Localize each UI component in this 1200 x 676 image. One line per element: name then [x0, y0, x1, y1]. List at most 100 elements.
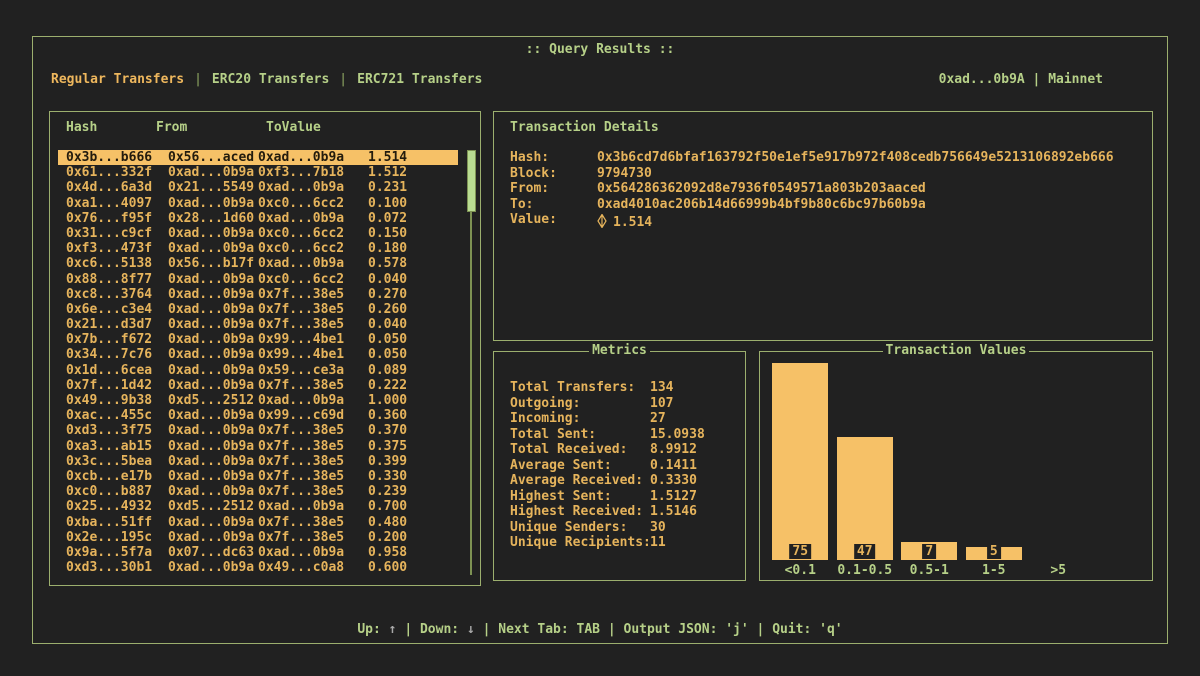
scrollbar-track[interactable]	[470, 150, 472, 575]
cell-to: 0xad...0b9a	[258, 180, 368, 195]
cell-hash: 0x4d...6a3d	[66, 180, 168, 195]
table-row[interactable]: 0xba...51ff 0xad...0b9a 0x7f...38e5 0.48…	[58, 515, 458, 530]
table-row[interactable]: 0x6e...c3e4 0xad...0b9a 0x7f...38e5 0.26…	[58, 302, 458, 317]
metric-value: 15.0938	[650, 427, 705, 443]
metric-label: Total Sent:	[510, 427, 650, 443]
cell-value: 0.072	[368, 211, 407, 226]
cell-to: 0x49...c0a8	[258, 560, 368, 575]
cell-to: 0xad...0b9a	[258, 256, 368, 271]
cell-hash: 0x3b...b666	[66, 150, 168, 165]
table-row[interactable]: 0xc6...5138 0x56...b17f 0xad...0b9a 0.57…	[58, 256, 458, 271]
bar-category-label: 0.5-1	[897, 563, 962, 578]
bar-value-label: 75	[789, 544, 811, 559]
bar-category-label: >5	[1026, 563, 1091, 578]
metric-label: Total Transfers:	[510, 380, 650, 396]
bar-slot: 75	[768, 363, 833, 560]
cell-hash: 0xc0...b887	[66, 484, 168, 499]
table-row[interactable]: 0x2e...195c 0xad...0b9a 0x7f...38e5 0.20…	[58, 530, 458, 545]
metric-value: 8.9912	[650, 442, 697, 458]
field-label: Hash:	[510, 150, 597, 166]
cell-value: 0.040	[368, 272, 407, 287]
table-row[interactable]: 0xcb...e17b 0xad...0b9a 0x7f...38e5 0.33…	[58, 469, 458, 484]
cell-to: 0x7f...38e5	[258, 423, 368, 438]
table-row[interactable]: 0xd3...3f75 0xad...0b9a 0x7f...38e5 0.37…	[58, 423, 458, 438]
cell-from: 0xad...0b9a	[168, 439, 258, 454]
table-row[interactable]: 0x61...332f 0xad...0b9a 0xf3...7b18 1.51…	[58, 165, 458, 180]
table-row[interactable]: 0xa1...4097 0xad...0b9a 0xc0...6cc2 0.10…	[58, 196, 458, 211]
metric-value: 0.1411	[650, 458, 697, 474]
wallet-network-badge: 0xad...0b9A | Mainnet	[939, 72, 1103, 87]
cell-from: 0xad...0b9a	[168, 423, 258, 438]
table-row[interactable]: 0xc0...b887 0xad...0b9a 0x7f...38e5 0.23…	[58, 484, 458, 499]
tab-item[interactable]: ERC20 Transfers	[212, 72, 329, 87]
scrollbar-thumb[interactable]	[467, 150, 476, 212]
cell-value: 0.480	[368, 515, 407, 530]
cell-hash: 0x7b...f672	[66, 332, 168, 347]
cell-hash: 0xd3...3f75	[66, 423, 168, 438]
table-header-row: HashFromToValue	[66, 120, 458, 135]
cell-to: 0x7f...38e5	[258, 530, 368, 545]
table-row[interactable]: 0x34...7c76 0xad...0b9a 0x99...4be1 0.05…	[58, 347, 458, 362]
table-row[interactable]: 0x49...9b38 0xd5...2512 0xad...0b9a 1.00…	[58, 393, 458, 408]
table-row[interactable]: 0xc8...3764 0xad...0b9a 0x7f...38e5 0.27…	[58, 287, 458, 302]
metric-value: 1.5127	[650, 489, 697, 505]
tab-item[interactable]: ERC721 Transfers	[357, 72, 482, 87]
cell-to: 0xad...0b9a	[258, 150, 368, 165]
table-row[interactable]: 0x9a...5f7a 0x07...dc63 0xad...0b9a 0.95…	[58, 545, 458, 560]
cell-value: 1.512	[368, 165, 407, 180]
cell-from: 0xad...0b9a	[168, 241, 258, 256]
cell-to: 0xad...0b9a	[258, 393, 368, 408]
table-row[interactable]: 0x88...8f77 0xad...0b9a 0xc0...6cc2 0.04…	[58, 272, 458, 287]
column-header: To	[266, 120, 282, 135]
table-row[interactable]: 0x76...f95f 0x28...1d60 0xad...0b9a 0.07…	[58, 211, 458, 226]
details-field: Hash: 0x3b6cd7d6bfaf163792f50e1ef5e917b9…	[510, 150, 1152, 166]
table-row[interactable]: 0xac...455c 0xad...0b9a 0x99...c69d 0.36…	[58, 408, 458, 423]
cell-to: 0x7f...38e5	[258, 287, 368, 302]
cell-hash: 0x88...8f77	[66, 272, 168, 287]
cell-value: 0.270	[368, 287, 407, 302]
table-row[interactable]: 0xf3...473f 0xad...0b9a 0xc0...6cc2 0.18…	[58, 241, 458, 256]
cell-value: 0.375	[368, 439, 407, 454]
cell-to: 0x59...ce3a	[258, 363, 368, 378]
status-segment: ↑	[389, 622, 397, 637]
table-row[interactable]: 0xd3...30b1 0xad...0b9a 0x49...c0a8 0.60…	[58, 560, 458, 575]
table-row[interactable]: 0x4d...6a3d 0x21...5549 0xad...0b9a 0.23…	[58, 180, 458, 195]
field-value: 1.514	[597, 212, 652, 228]
cell-value: 1.514	[368, 150, 407, 165]
bar-category-label: 1-5	[962, 563, 1027, 578]
details-field: Block: 9794730	[510, 166, 1152, 182]
table-body: 0x3b...b666 0x56...aced 0xad...0b9a 1.51…	[58, 150, 458, 575]
tab-item: |	[194, 72, 202, 87]
metric-value: 107	[650, 396, 673, 412]
table-row[interactable]: 0xa3...ab15 0xad...0b9a 0x7f...38e5 0.37…	[58, 439, 458, 454]
tab-item: |	[339, 72, 347, 87]
table-row[interactable]: 0x3c...5bea 0xad...0b9a 0x7f...38e5 0.39…	[58, 454, 458, 469]
table-row[interactable]: 0x31...c9cf 0xad...0b9a 0xc0...6cc2 0.15…	[58, 226, 458, 241]
cell-to: 0x7f...38e5	[258, 469, 368, 484]
cell-to: 0xc0...6cc2	[258, 196, 368, 211]
cell-to: 0x7f...38e5	[258, 317, 368, 332]
cell-hash: 0xc8...3764	[66, 287, 168, 302]
metric-value: 27	[650, 411, 666, 427]
metric-value: 134	[650, 380, 673, 396]
status-segment: ↓	[467, 622, 475, 637]
metric-row: Highest Received: 1.5146	[510, 504, 745, 520]
transaction-values-chart-panel: Transaction Values 754775 <0.10.1-0.50.5…	[759, 351, 1153, 581]
table-row[interactable]: 0x25...4932 0xd5...2512 0xad...0b9a 0.70…	[58, 499, 458, 514]
keybindings-status-bar: Up: ↑ | Down: ↓ | Next Tab: TAB | Output…	[33, 622, 1167, 637]
table-row[interactable]: 0x7f...1d42 0xad...0b9a 0x7f...38e5 0.22…	[58, 378, 458, 393]
table-row[interactable]: 0x21...d3d7 0xad...0b9a 0x7f...38e5 0.04…	[58, 317, 458, 332]
table-row[interactable]: 0x3b...b666 0x56...aced 0xad...0b9a 1.51…	[58, 150, 458, 165]
table-row[interactable]: 0x1d...6cea 0xad...0b9a 0x59...ce3a 0.08…	[58, 363, 458, 378]
table-row[interactable]: 0x7b...f672 0xad...0b9a 0x99...4be1 0.05…	[58, 332, 458, 347]
metrics-panel-title: Metrics	[494, 343, 745, 358]
cell-hash: 0xc6...5138	[66, 256, 168, 271]
cell-to: 0x7f...38e5	[258, 515, 368, 530]
transaction-details-panel: Transaction Details Hash: 0x3b6cd7d6bfaf…	[493, 111, 1153, 341]
cell-to: 0x7f...38e5	[258, 454, 368, 469]
cell-to: 0x7f...38e5	[258, 439, 368, 454]
main-frame: :: Query Results :: Regular Transfers|ER…	[32, 36, 1168, 644]
tab-item[interactable]: Regular Transfers	[51, 72, 184, 87]
cell-value: 0.180	[368, 241, 407, 256]
metric-label: Outgoing:	[510, 396, 650, 412]
